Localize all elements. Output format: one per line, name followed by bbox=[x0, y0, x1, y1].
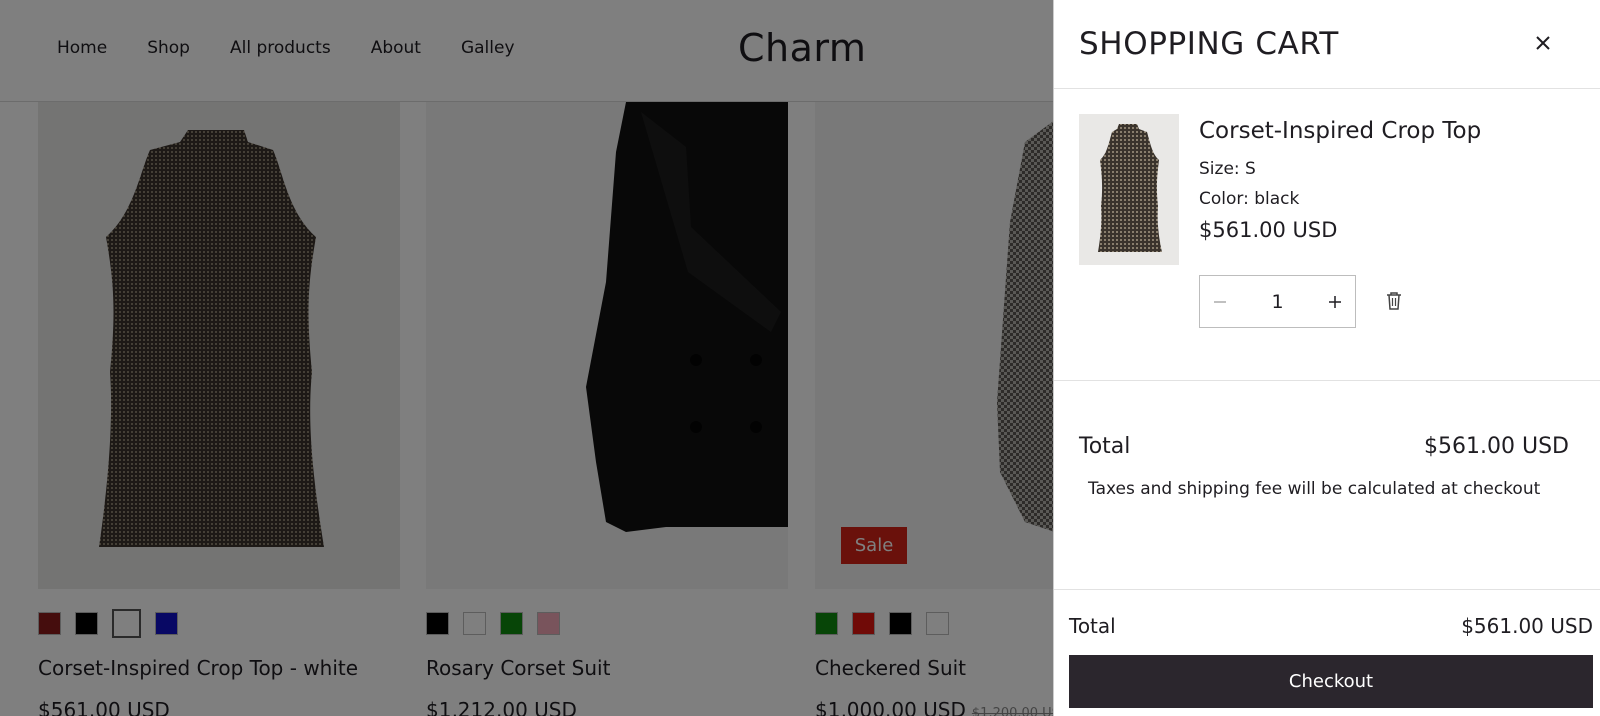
cart-item-color: Color: black bbox=[1199, 189, 1300, 209]
cart-header: SHOPPING CART bbox=[1054, 0, 1600, 89]
total-value: $561.00 USD bbox=[1424, 434, 1569, 459]
cart-item: Corset-Inspired Crop Top Size: S Color: … bbox=[1079, 114, 1569, 334]
cart-item-size: Size: S bbox=[1199, 159, 1256, 179]
cart-total-row: Total $561.00 USD bbox=[1079, 434, 1569, 459]
quantity-stepper: 1 bbox=[1199, 275, 1356, 328]
cart-footer: Total $561.00 USD Checkout bbox=[1054, 589, 1600, 716]
plus-icon[interactable] bbox=[1315, 276, 1355, 327]
quantity-value[interactable]: 1 bbox=[1240, 291, 1315, 313]
cart-title: SHOPPING CART bbox=[1079, 26, 1339, 62]
checkout-button[interactable]: Checkout bbox=[1069, 655, 1593, 708]
close-icon[interactable] bbox=[1528, 28, 1558, 58]
footer-total-label: Total bbox=[1069, 614, 1116, 638]
total-label: Total bbox=[1079, 434, 1131, 459]
cart-drawer: SHOPPING CART Corset-Inspired Crop Top S… bbox=[1053, 0, 1600, 716]
cart-item-price: $561.00 USD bbox=[1199, 218, 1338, 242]
tax-note: Taxes and shipping fee will be calculate… bbox=[1088, 479, 1541, 499]
trash-icon[interactable] bbox=[1383, 290, 1405, 312]
footer-total-row: Total $561.00 USD bbox=[1069, 614, 1593, 638]
divider bbox=[1054, 380, 1600, 381]
cart-item-name[interactable]: Corset-Inspired Crop Top bbox=[1199, 118, 1481, 144]
minus-icon[interactable] bbox=[1200, 276, 1240, 327]
footer-total-value: $561.00 USD bbox=[1461, 614, 1593, 638]
cart-item-thumbnail[interactable] bbox=[1079, 114, 1179, 265]
